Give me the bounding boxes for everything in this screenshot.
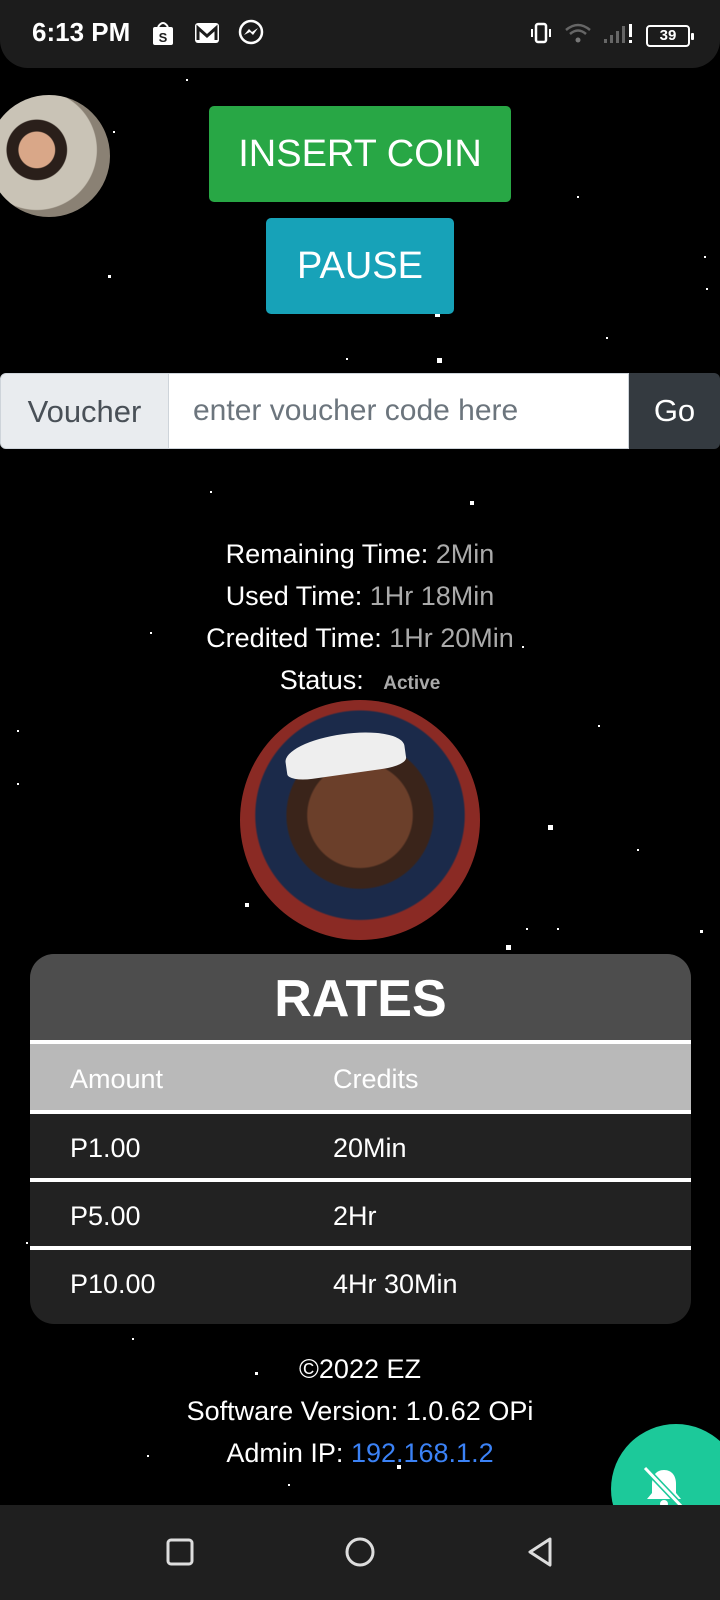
used-time-row: Used Time: 1Hr 18Min (0, 575, 720, 617)
credited-time-row: Credited Time: 1Hr 20Min (0, 617, 720, 659)
copyright-text: ©2022 EZ (299, 1354, 421, 1384)
wifi-icon (564, 20, 592, 51)
credited-time-label: Credited Time: (206, 623, 382, 653)
rate-credits: 20Min (333, 1133, 407, 1163)
system-nav-bar (0, 1505, 720, 1600)
shopee-icon: S (148, 18, 178, 53)
screen: 6:13 PM S 39 INSERT COIN PAUSE Voucher e… (0, 0, 720, 1600)
amount-header: Amount (70, 1064, 164, 1094)
voucher-go-button[interactable]: Go (629, 373, 720, 449)
rates-header-row: Amount Credits (30, 1044, 691, 1114)
home-icon[interactable] (343, 1535, 377, 1569)
rates-table: RATES Amount Credits P1.00 20Min P5.00 2… (30, 954, 691, 1324)
credited-time-value: 1Hr 20Min (389, 623, 514, 653)
status-time: 6:13 PM (32, 17, 131, 47)
admin-ip-row: Admin IP: 192.168.1.2 (0, 1432, 720, 1474)
table-row: P5.00 2Hr (30, 1182, 691, 1250)
insert-coin-button[interactable]: INSERT COIN (209, 106, 511, 202)
rate-credits: 2Hr (333, 1201, 377, 1231)
voucher-form: Voucher Go (0, 373, 720, 449)
status-row: Status: Active (0, 659, 720, 705)
back-icon[interactable] (523, 1535, 557, 1569)
system-icons: 39 (528, 20, 694, 51)
used-time-value: 1Hr 18Min (369, 581, 495, 611)
headband-shape (282, 725, 408, 783)
status-label: Status: (279, 665, 364, 695)
rates-title: RATES (30, 954, 691, 1044)
recents-icon[interactable] (163, 1535, 197, 1569)
admin-ip-label: Admin IP: (226, 1438, 344, 1468)
voucher-label: Voucher (0, 373, 169, 449)
software-version: Software Version: 1.0.62 OPi (186, 1396, 534, 1426)
remaining-time-label: Remaining Time: (225, 539, 429, 569)
session-info: Remaining Time: 2Min Used Time: 1Hr 18Mi… (0, 533, 720, 705)
status-bar: 6:13 PM S 39 (0, 0, 720, 68)
table-row: P1.00 20Min (30, 1114, 691, 1182)
signal-icon (602, 20, 636, 51)
table-row: P10.00 4Hr 30Min (30, 1250, 691, 1318)
remaining-time-value: 2Min (435, 539, 495, 569)
admin-ip-link[interactable]: 192.168.1.2 (351, 1438, 494, 1468)
rate-amount: P10.00 (70, 1269, 156, 1299)
notification-icons: S (148, 18, 266, 53)
profile-photo (240, 700, 480, 940)
voucher-code-input[interactable] (169, 373, 629, 449)
remaining-time-row: Remaining Time: 2Min (0, 533, 720, 575)
rate-amount: P5.00 (70, 1201, 141, 1231)
messenger-icon (236, 18, 266, 53)
svg-text:S: S (159, 30, 168, 45)
pause-button[interactable]: PAUSE (266, 218, 454, 314)
vibrate-icon (528, 20, 554, 51)
battery-icon: 39 (646, 24, 694, 47)
status-badge: Active (383, 673, 441, 694)
rate-amount: P1.00 (70, 1133, 141, 1163)
used-time-label: Used Time: (225, 581, 363, 611)
rate-credits: 4Hr 30Min (333, 1269, 458, 1299)
credits-header: Credits (333, 1064, 419, 1094)
user-avatar (0, 95, 110, 217)
gmail-icon (192, 18, 222, 53)
footer: ©2022 EZ Software Version: 1.0.62 OPi Ad… (0, 1348, 720, 1474)
